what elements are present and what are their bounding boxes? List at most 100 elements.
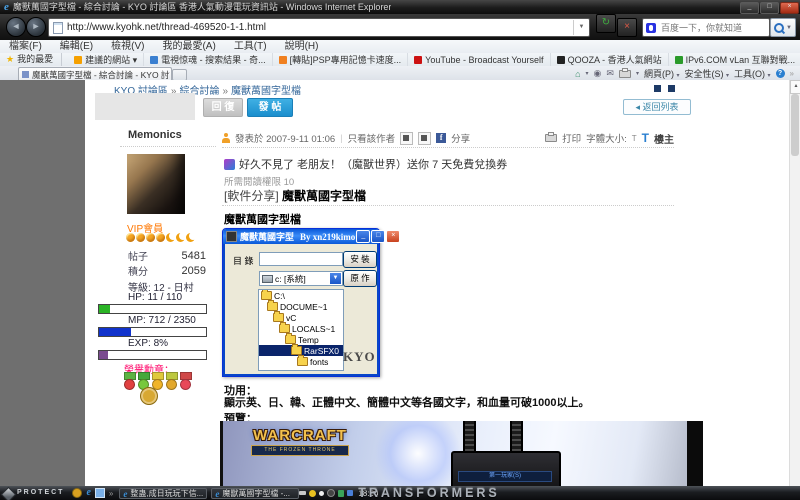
forward-button[interactable]: ► xyxy=(26,17,46,37)
page-icon xyxy=(53,22,63,34)
share-icon-2[interactable] xyxy=(418,132,431,145)
favorites-bar-item[interactable]: 電視惊魂 - 搜索結果 - 奇... xyxy=(144,53,273,66)
search-box[interactable] xyxy=(642,18,770,37)
meta-separator: | xyxy=(340,133,342,144)
folder-icon xyxy=(285,335,296,344)
refresh-button[interactable]: ↻ xyxy=(596,14,616,33)
score-label: 積分 xyxy=(128,263,148,278)
menu-item[interactable]: 檢視(V) xyxy=(102,40,153,53)
close-button[interactable]: × xyxy=(780,2,799,14)
quicklaunch-ie-icon[interactable]: e xyxy=(86,487,90,499)
quicklaunch-chevron-icon[interactable]: » xyxy=(109,489,113,498)
author-username[interactable]: Memonics xyxy=(128,129,182,141)
menu-item[interactable]: 編輯(E) xyxy=(51,40,102,53)
search-input[interactable] xyxy=(659,22,763,34)
app-screenshot: 魔獸萬國字型 By xn219kimo _ □ × 目 錄 安 裝 c: [系統… xyxy=(222,228,380,377)
home-dropdown-icon[interactable]: ▾ xyxy=(586,70,589,77)
mode-icon[interactable] xyxy=(668,85,675,92)
menu-item[interactable]: 檔案(F) xyxy=(0,40,51,53)
favorites-bar: ★ 我的最愛 建議的網站 ▾ 電視惊魂 - 搜索結果 - 奇... [轉貼]PS… xyxy=(0,53,800,67)
print-post-icon[interactable] xyxy=(545,134,557,142)
hp-label: HP: 11 / 110 xyxy=(128,292,182,303)
share-icon-1[interactable] xyxy=(400,132,413,145)
ad-row[interactable]: 好久不見了 老朋友！（魔獸世界）送你 7 天免費兌換券 xyxy=(224,156,507,172)
back-to-list-button[interactable]: ◂ 返回列表 xyxy=(623,99,691,115)
mode-icon[interactable] xyxy=(654,85,661,92)
posted-at: 發表於 2007-9-11 01:06 xyxy=(235,131,335,145)
avatar[interactable] xyxy=(127,154,185,214)
help-icon[interactable]: ? xyxy=(776,69,785,78)
menu-item[interactable]: 說明(H) xyxy=(276,40,328,53)
rss-feed-icon[interactable]: ◉ xyxy=(594,68,602,79)
start-logo-icon[interactable] xyxy=(1,486,17,500)
print-icon[interactable] xyxy=(619,70,631,78)
back-button[interactable]: ◄ xyxy=(6,17,26,37)
reply-button[interactable]: 回 復 xyxy=(203,98,243,117)
ad-text[interactable]: 好久不見了 老朋友！（魔獸世界）送你 7 天免費兌換券 xyxy=(239,156,507,172)
quicklaunch-desktop-icon[interactable] xyxy=(95,488,105,498)
command-safety[interactable]: 安全性(S) ▾ xyxy=(684,67,729,80)
quicklaunch-medal-icon[interactable] xyxy=(72,488,82,498)
stat-score: 積分 2059 xyxy=(128,263,206,278)
minimize-button[interactable]: _ xyxy=(740,2,759,14)
posts-value: 5481 xyxy=(182,250,206,262)
facebook-icon[interactable]: f xyxy=(436,133,446,143)
favorites-bar-item[interactable]: 建議的網站 ▾ xyxy=(68,53,144,66)
favorites-bar-item[interactable]: [轉貼]PSP專用記憶卡速度... xyxy=(273,53,409,66)
start-button[interactable]: PROTECT xyxy=(17,486,64,500)
medal-icon xyxy=(166,372,177,390)
new-post-button[interactable]: 發 帖 xyxy=(247,98,293,117)
favorites-bar-item[interactable]: QOOZA - 香港人氣網站 xyxy=(551,53,669,66)
taskbar-task-button[interactable]: e 魔獸萬國字型檔 -... xyxy=(211,488,299,499)
search-dropdown-icon[interactable]: ▼ xyxy=(786,25,792,31)
taskbar-task-button[interactable]: e 整蛊,成日玩玩下信... xyxy=(119,488,207,499)
print-link[interactable]: 打印 xyxy=(562,131,581,145)
maximize-button[interactable]: □ xyxy=(760,2,779,14)
emoticon-icon xyxy=(176,233,185,242)
thread-mode-icons[interactable] xyxy=(650,84,675,95)
thread-category[interactable]: [軟件分享] xyxy=(224,189,279,203)
favorites-bar-item[interactable]: IPv6.COM vLan 互聯對戰... xyxy=(669,53,800,66)
stop-button[interactable]: × xyxy=(617,18,637,37)
favorites-label[interactable]: 我的最愛 xyxy=(17,53,62,66)
share-link[interactable]: 分享 xyxy=(451,131,470,145)
search-button[interactable]: ▼ xyxy=(770,18,796,37)
hp-bar-fill xyxy=(99,305,110,313)
view-author-only-link[interactable]: 只看該作者 xyxy=(348,131,396,145)
address-field[interactable]: http://www.kyohk.net/thread-469520-1-1.h… xyxy=(48,18,590,37)
url-text[interactable]: http://www.kyohk.net/thread-469520-1-1.h… xyxy=(67,22,266,33)
vertical-scrollbar[interactable]: ▴ xyxy=(789,80,800,486)
favorites-bar-item[interactable]: YouTube - Broadcast Yourself xyxy=(408,53,550,66)
scroll-up-icon[interactable]: ▴ xyxy=(790,80,800,94)
command-tools[interactable]: 工具(O) ▾ xyxy=(734,67,771,80)
favorites-star-icon[interactable]: ★ xyxy=(6,54,14,65)
command-page[interactable]: 網頁(P) ▾ xyxy=(644,67,680,80)
home-icon[interactable]: ⌂ xyxy=(575,69,580,79)
image-right-edge xyxy=(687,421,703,486)
menu-item[interactable]: 我的最愛(A) xyxy=(153,40,224,53)
combo-dropdown-icon: ▼ xyxy=(329,272,342,285)
baidu-icon xyxy=(646,23,656,33)
thread-title-text: 魔獸萬國字型檔 xyxy=(282,189,366,203)
tab-active[interactable]: 魔獸萬國字型檔 - 綜合討論 - KYO 討論區 香港人... xyxy=(18,67,172,81)
font-large-button[interactable]: T xyxy=(642,131,649,145)
emoticon-icon xyxy=(146,233,155,242)
print-dropdown-icon[interactable]: ▾ xyxy=(636,70,639,77)
posts-label: 帖子 xyxy=(128,248,148,263)
favorite-label: [轉貼]PSP專用記憶卡速度... xyxy=(290,53,402,66)
overflow-chevron-icon[interactable]: » xyxy=(790,69,794,78)
folder-tree-item: vC xyxy=(259,312,343,323)
address-dropdown-icon[interactable]: ▼ xyxy=(573,20,589,35)
app-titlebar: 魔獸萬國字型 By xn219kimo _ □ × xyxy=(223,229,379,244)
install-button: 安 裝 xyxy=(343,251,377,268)
player-slot-text: 第一玩家(S) xyxy=(458,471,552,482)
window-title: 魔獸萬國字型檔 - 綜合討論 - KYO 討論區 香港人氣動漫電玩資訊站 - W… xyxy=(13,0,392,14)
mail-icon[interactable]: ✉ xyxy=(606,68,614,79)
font-small-button[interactable]: T xyxy=(632,134,637,143)
emoticon-icon xyxy=(126,233,135,242)
usage-text: 顯示英、日、韓、正體中文、簡體中文等各國文字，和血量可破1000以上。 xyxy=(224,394,589,410)
breadcrumb-link[interactable]: 魔獸萬國字型檔 xyxy=(231,86,301,97)
menu-item[interactable]: 工具(T) xyxy=(225,40,276,53)
scrollbar-thumb[interactable] xyxy=(791,94,799,156)
dir-input xyxy=(259,252,343,266)
